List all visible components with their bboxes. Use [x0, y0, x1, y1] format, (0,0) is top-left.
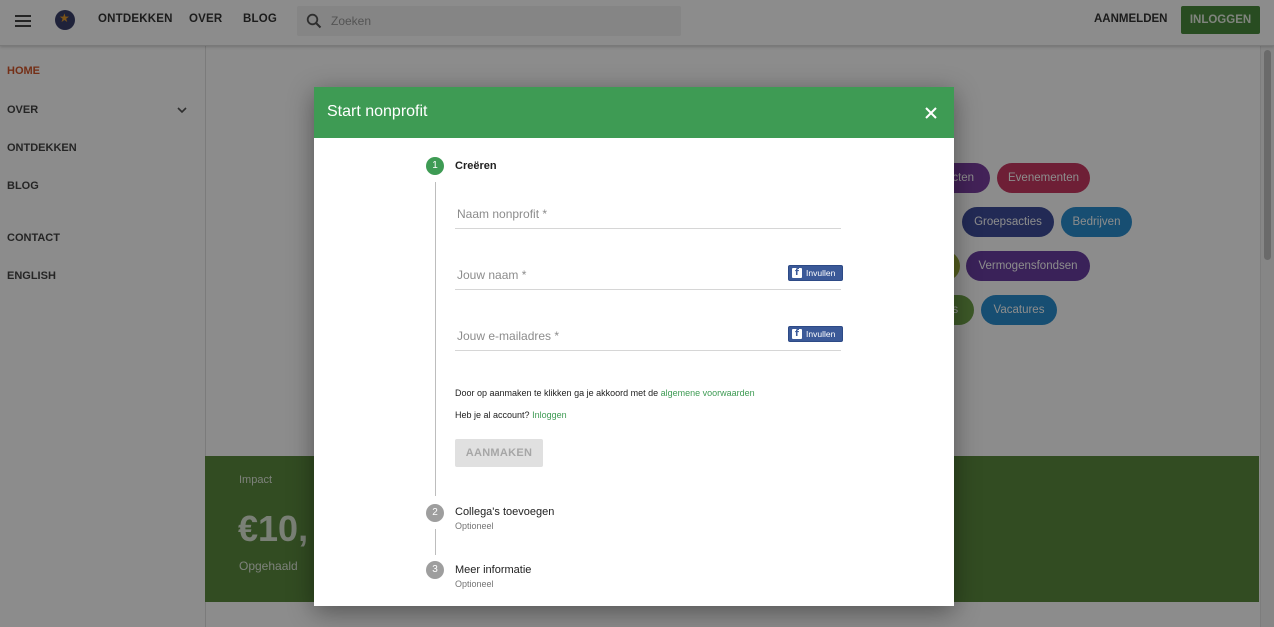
step-3-subtitle: Optioneel	[455, 579, 494, 589]
facebook-fill-email-button[interactable]: f Invullen	[788, 326, 843, 342]
nonprofit-name-field	[455, 199, 841, 229]
facebook-icon: f	[792, 329, 802, 339]
step-2-circle: 2	[426, 504, 444, 522]
account-text: Heb je al account? Inloggen	[455, 410, 567, 420]
aanmaken-button[interactable]: AANMAKEN	[455, 439, 543, 467]
step-1-title: Creëren	[455, 160, 497, 172]
step-1-circle: 1	[426, 157, 444, 175]
account-text-body: Heb je al account?	[455, 410, 533, 420]
facebook-fill-label: Invullen	[806, 268, 836, 278]
facebook-fill-name-button[interactable]: f Invullen	[788, 265, 843, 281]
step-3-circle: 3	[426, 561, 444, 579]
terms-text: Door op aanmaken te klikken ga je akkoor…	[455, 388, 755, 398]
email-input[interactable]	[457, 327, 777, 345]
nonprofit-name-input[interactable]	[457, 205, 777, 223]
facebook-icon: f	[792, 268, 802, 278]
step-connector	[435, 529, 436, 555]
dialog-header: Start nonprofit	[314, 87, 954, 138]
your-name-field: f Invullen	[455, 260, 843, 290]
terms-link[interactable]: algemene voorwaarden	[661, 388, 755, 398]
email-field: f Invullen	[455, 321, 843, 351]
your-name-input[interactable]	[457, 266, 777, 284]
step-2-title: Collega's toevoegen	[455, 506, 555, 518]
step-2-subtitle: Optioneel	[455, 521, 494, 531]
dialog-title: Start nonprofit	[327, 103, 428, 120]
inloggen-link[interactable]: Inloggen	[532, 410, 567, 420]
close-icon[interactable]	[921, 103, 941, 123]
facebook-fill-label: Invullen	[806, 329, 836, 339]
step-connector	[435, 182, 436, 496]
step-3-title: Meer informatie	[455, 564, 532, 576]
start-nonprofit-dialog: Start nonprofit 1 Creëren f Invullen f I…	[314, 87, 954, 606]
terms-text-body: Door op aanmaken te klikken ga je akkoor…	[455, 388, 661, 398]
